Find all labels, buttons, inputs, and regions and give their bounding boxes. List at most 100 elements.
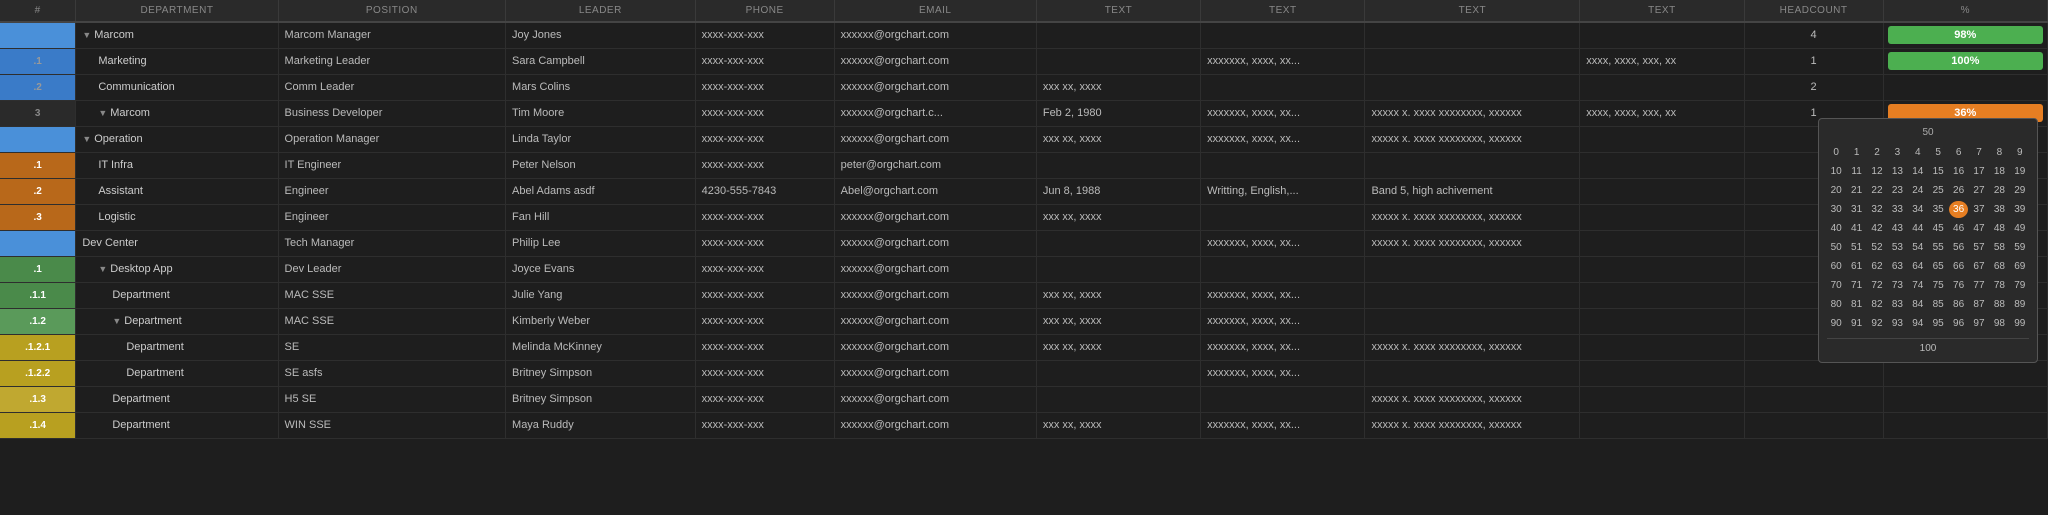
picker-number-33[interactable]: 33 [1888, 201, 1906, 218]
dept-cell[interactable]: Department [76, 412, 278, 438]
text2-cell[interactable] [1201, 22, 1365, 48]
text2-cell[interactable]: xxxxxxx, xxxx, xx... [1201, 230, 1365, 256]
picker-number-90[interactable]: 90 [1827, 315, 1845, 332]
phone-cell[interactable]: xxxx-xxx-xxx [695, 126, 834, 152]
email-cell[interactable]: xxxxxx@orgchart.com [834, 308, 1036, 334]
table-row[interactable]: ▼OperationOperation ManagerLinda Taylorx… [0, 126, 2048, 152]
dept-cell[interactable]: ▼Operation [76, 126, 278, 152]
picker-number-62[interactable]: 62 [1868, 258, 1886, 275]
picker-number-71[interactable]: 71 [1847, 277, 1865, 294]
picker-number-97[interactable]: 97 [1970, 315, 1988, 332]
text1-cell[interactable]: xxx xx, xxxx [1036, 334, 1200, 360]
dept-cell[interactable]: ▼Desktop App [76, 256, 278, 282]
picker-number-86[interactable]: 86 [1949, 296, 1967, 313]
expand-icon[interactable]: ▼ [82, 30, 91, 40]
picker-number-28[interactable]: 28 [1990, 182, 2008, 199]
picker-number-70[interactable]: 70 [1827, 277, 1845, 294]
picker-number-34[interactable]: 34 [1909, 201, 1927, 218]
leader-cell[interactable]: Julie Yang [506, 282, 696, 308]
leader-cell[interactable]: Philip Lee [506, 230, 696, 256]
text2-cell[interactable]: xxxxxxx, xxxx, xx... [1201, 412, 1365, 438]
text4-cell[interactable] [1580, 308, 1744, 334]
text1-cell[interactable]: xxx xx, xxxx [1036, 204, 1200, 230]
picker-number-5[interactable]: 5 [1929, 144, 1947, 161]
picker-number-25[interactable]: 25 [1929, 182, 1947, 199]
text3-cell[interactable] [1365, 152, 1580, 178]
picker-number-12[interactable]: 12 [1868, 163, 1886, 180]
text1-cell[interactable]: xxx xx, xxxx [1036, 126, 1200, 152]
hash-cell[interactable]: .2 [0, 178, 76, 204]
picker-number-85[interactable]: 85 [1929, 296, 1947, 313]
picker-number-73[interactable]: 73 [1888, 277, 1906, 294]
picker-number-36[interactable]: 36 [1949, 201, 1967, 218]
table-row[interactable]: .1.2.2DepartmentSE asfsBritney Simpsonxx… [0, 360, 2048, 386]
picker-number-98[interactable]: 98 [1990, 315, 2008, 332]
position-cell[interactable]: Marketing Leader [278, 48, 505, 74]
picker-number-60[interactable]: 60 [1827, 258, 1845, 275]
picker-number-79[interactable]: 79 [2011, 277, 2029, 294]
hash-cell[interactable] [0, 126, 76, 152]
text2-cell[interactable]: xxxxxxx, xxxx, xx... [1201, 126, 1365, 152]
position-cell[interactable]: Engineer [278, 204, 505, 230]
phone-cell[interactable]: xxxx-xxx-xxx [695, 412, 834, 438]
text1-cell[interactable] [1036, 360, 1200, 386]
table-row[interactable]: .1.1DepartmentMAC SSEJulie Yangxxxx-xxx-… [0, 282, 2048, 308]
text1-cell[interactable] [1036, 386, 1200, 412]
leader-cell[interactable]: Fan Hill [506, 204, 696, 230]
picker-number-39[interactable]: 39 [2011, 201, 2029, 218]
picker-number-87[interactable]: 87 [1970, 296, 1988, 313]
position-cell[interactable]: SE [278, 334, 505, 360]
table-row[interactable]: .1.4DepartmentWIN SSEMaya Ruddyxxxx-xxx-… [0, 412, 2048, 438]
table-row[interactable]: .1▼Desktop AppDev LeaderJoyce Evansxxxx-… [0, 256, 2048, 282]
percent-cell[interactable] [1883, 386, 2047, 412]
hash-cell[interactable]: .1.2.2 [0, 360, 76, 386]
picker-number-3[interactable]: 3 [1888, 144, 1906, 161]
text4-cell[interactable] [1580, 360, 1744, 386]
col-phone-header[interactable]: PHONE [695, 0, 834, 22]
position-cell[interactable]: IT Engineer [278, 152, 505, 178]
email-cell[interactable]: xxxxxx@orgchart.com [834, 386, 1036, 412]
email-cell[interactable]: xxxxxx@orgchart.com [834, 48, 1036, 74]
text1-cell[interactable]: xxx xx, xxxx [1036, 282, 1200, 308]
percent-cell[interactable]: 98% [1883, 22, 2047, 48]
picker-number-54[interactable]: 54 [1909, 239, 1927, 256]
text4-cell[interactable] [1580, 334, 1744, 360]
picker-number-2[interactable]: 2 [1868, 144, 1886, 161]
text4-cell[interactable] [1580, 126, 1744, 152]
picker-number-45[interactable]: 45 [1929, 220, 1947, 237]
picker-number-19[interactable]: 19 [2011, 163, 2029, 180]
text4-cell[interactable] [1580, 178, 1744, 204]
picker-number-77[interactable]: 77 [1970, 277, 1988, 294]
hash-cell[interactable]: .1.3 [0, 386, 76, 412]
picker-number-49[interactable]: 49 [2011, 220, 2029, 237]
position-cell[interactable]: Dev Leader [278, 256, 505, 282]
text3-cell[interactable]: xxxxx x. xxxx xxxxxxxx, xxxxxx [1365, 386, 1580, 412]
text2-cell[interactable]: xxxxxxx, xxxx, xx... [1201, 100, 1365, 126]
text3-cell[interactable] [1365, 308, 1580, 334]
table-row[interactable]: .1.2▼DepartmentMAC SSEKimberly Weberxxxx… [0, 308, 2048, 334]
picker-number-41[interactable]: 41 [1847, 220, 1865, 237]
picker-number-76[interactable]: 76 [1949, 277, 1967, 294]
text2-cell[interactable] [1201, 386, 1365, 412]
picker-number-69[interactable]: 69 [2011, 258, 2029, 275]
email-cell[interactable]: xxxxxx@orgchart.com [834, 360, 1036, 386]
headcount-cell[interactable]: 4 [1744, 22, 1883, 48]
headcount-cell[interactable] [1744, 412, 1883, 438]
dept-cell[interactable]: ▼Marcom [76, 100, 278, 126]
leader-cell[interactable]: Mars Colins [506, 74, 696, 100]
headcount-cell[interactable] [1744, 386, 1883, 412]
picker-number-68[interactable]: 68 [1990, 258, 2008, 275]
picker-number-42[interactable]: 42 [1868, 220, 1886, 237]
picker-number-66[interactable]: 66 [1949, 258, 1967, 275]
leader-cell[interactable]: Abel Adams asdf [506, 178, 696, 204]
picker-number-50[interactable]: 50 [1827, 239, 1845, 256]
position-cell[interactable]: H5 SE [278, 386, 505, 412]
text2-cell[interactable]: xxxxxxx, xxxx, xx... [1201, 282, 1365, 308]
text2-cell[interactable] [1201, 152, 1365, 178]
hash-cell[interactable] [0, 230, 76, 256]
text4-cell[interactable] [1580, 74, 1744, 100]
text2-cell[interactable]: xxxxxxx, xxxx, xx... [1201, 48, 1365, 74]
email-cell[interactable]: xxxxxx@orgchart.com [834, 204, 1036, 230]
leader-cell[interactable]: Tim Moore [506, 100, 696, 126]
hash-cell[interactable]: 3 [0, 100, 76, 126]
